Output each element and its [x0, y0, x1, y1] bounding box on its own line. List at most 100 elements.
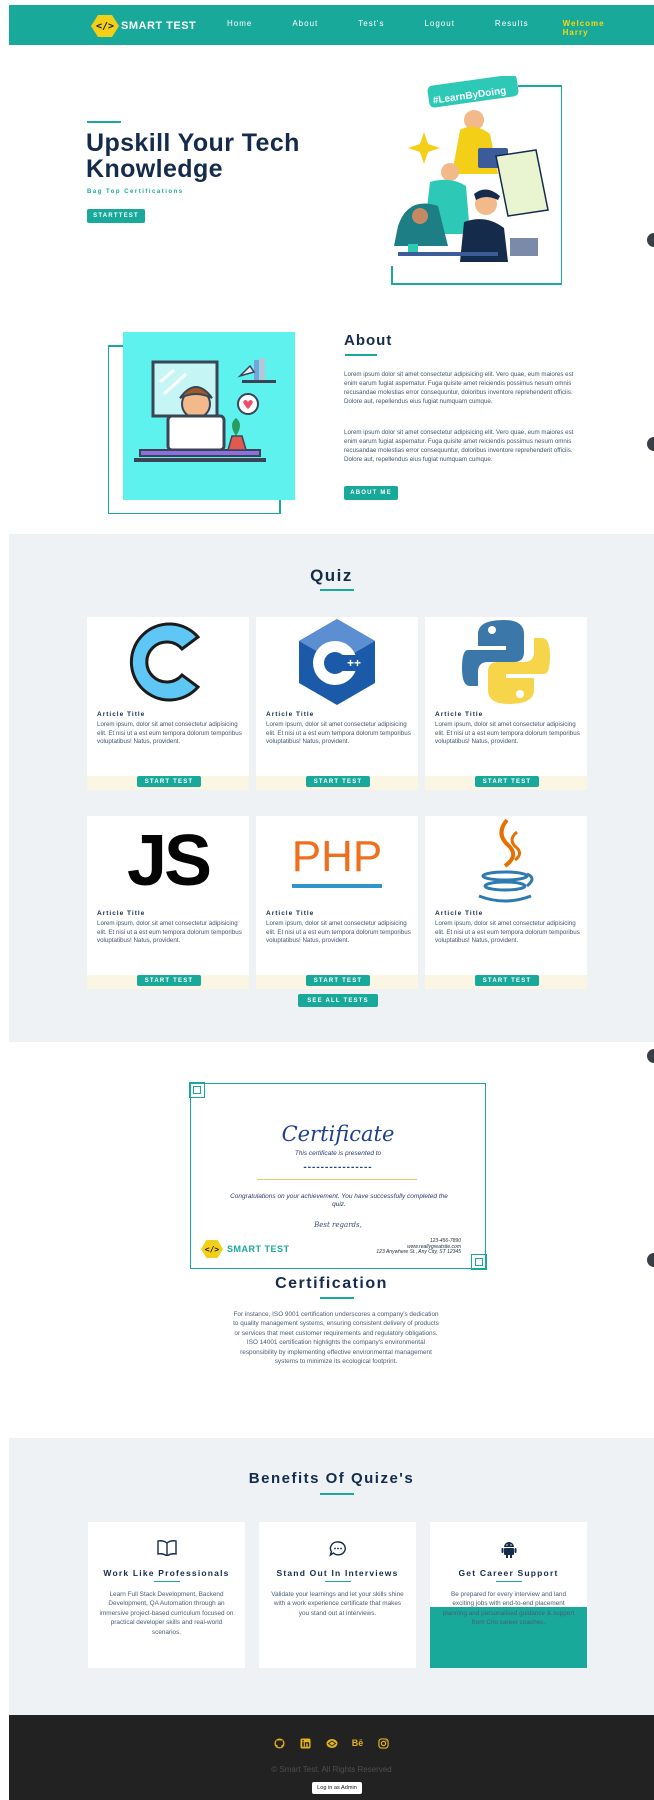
card-title: Article Title: [97, 711, 146, 718]
quiz-underline: [320, 589, 354, 591]
card-text: Lorem ipsum, dolor sit amet consectetur …: [97, 920, 242, 944]
start-test-button-java[interactable]: START TEST: [475, 975, 539, 986]
about-paragraph-2: Lorem ipsum dolor sit amet consectetur a…: [344, 429, 574, 463]
code-icon: </>: [201, 1240, 223, 1258]
benefit-card-interviews: Stand Out In Interviews Validate your le…: [259, 1522, 416, 1668]
certificate-brand: </> SMART TEST: [201, 1240, 290, 1258]
certificate-contact: 123-456-7890 www.reallygreatsite.com 123…: [376, 1238, 461, 1256]
java-logo-icon: [455, 816, 557, 906]
social-links: Bē: [9, 1737, 654, 1749]
about-me-button[interactable]: ABOUT ME: [344, 486, 398, 500]
start-test-button[interactable]: STARTTEST: [87, 209, 145, 223]
about-title: About: [344, 332, 393, 349]
benefit-title: Stand Out In Interviews: [276, 1568, 399, 1578]
quiz-card-cpp: ++ Article Title Lorem ipsum, dolor sit …: [256, 617, 418, 790]
benefit-underline: [154, 1581, 180, 1582]
nav-links: Home About Test's Logout Results Welcome…: [227, 19, 654, 37]
certification-text: For instance, ISO 9001 certification und…: [233, 1311, 439, 1366]
certificate-regards: Best regards,: [314, 1221, 362, 1229]
benefit-text: Validate your learnings and let your ski…: [271, 1591, 404, 1617]
certificate-name-line: ----------------: [303, 1162, 373, 1173]
certificate-congrats: Congratulations on your achievement. You…: [230, 1193, 448, 1208]
python-logo-icon: [455, 617, 557, 707]
brand-name: SMART TEST: [121, 20, 197, 32]
js-logo-icon: JS: [126, 821, 212, 901]
nav-logout[interactable]: Logout: [424, 19, 454, 37]
quiz-card-php: PHP Article Title Lorem ipsum, dolor sit…: [256, 816, 418, 989]
corner-ornament: [193, 1086, 201, 1094]
nav-results[interactable]: Results: [495, 19, 529, 37]
side-dot: [647, 233, 654, 247]
start-test-button-js[interactable]: START TEST: [137, 975, 201, 986]
certification-underline: [320, 1297, 354, 1299]
hero-illustration: #LearnByDoing: [391, 76, 562, 285]
card-text: Lorem ipsum, dolor sit amet consectetur …: [435, 920, 580, 944]
card-title: Article Title: [266, 910, 315, 917]
corner-ornament: [475, 1258, 483, 1266]
benefit-text: Be prepared for every interview and land…: [442, 1591, 575, 1627]
card-title: Article Title: [435, 711, 484, 718]
copyright-text: © Smart Test. All Rights Reserved: [271, 1765, 392, 1774]
side-dot: [647, 1253, 654, 1267]
codepen-icon[interactable]: [326, 1737, 338, 1749]
benefit-underline: [496, 1581, 522, 1582]
nav-about[interactable]: About: [292, 19, 318, 37]
behance-icon[interactable]: Bē: [352, 1737, 364, 1749]
start-test-button-php[interactable]: START TEST: [306, 975, 370, 986]
hero-accent-line: [87, 121, 121, 123]
card-text: Lorem ipsum, dolor sit amet consectetur …: [266, 721, 411, 745]
quiz-card-c: Article Title Lorem ipsum, dolor sit ame…: [87, 617, 249, 790]
start-test-button-python[interactable]: START TEST: [475, 776, 539, 787]
c-logo-icon: [117, 617, 219, 707]
certification-title: Certification: [275, 1275, 388, 1292]
cpp-logo-icon: ++: [286, 617, 388, 707]
quiz-card-java: Article Title Lorem ipsum, dolor sit ame…: [425, 816, 587, 989]
svg-text:++: ++: [347, 656, 361, 670]
quiz-card-python: Article Title Lorem ipsum, dolor sit ame…: [425, 617, 587, 790]
hero-title: Upskill Your Tech Knowledge: [86, 129, 300, 183]
certificate-title: Certificate: [281, 1122, 395, 1146]
benefit-title: Get Career Support: [458, 1568, 559, 1578]
welcome-user: Welcome Harry: [562, 19, 605, 37]
android-icon: [430, 1540, 587, 1562]
code-icon: </>: [91, 15, 119, 37]
book-icon: [88, 1540, 245, 1560]
benefit-underline: [325, 1581, 351, 1582]
top-navbar: </> SMART TEST Home About Test's Logout …: [9, 5, 654, 45]
benefits-title: Benefits Of Quize's: [248, 1470, 415, 1487]
card-text: Lorem ipsum, dolor sit amet consectetur …: [266, 920, 411, 944]
nav-home[interactable]: Home: [227, 19, 252, 37]
nav-tests[interactable]: Test's: [358, 19, 384, 37]
chat-icon: [259, 1540, 416, 1562]
start-test-button-c[interactable]: START TEST: [137, 776, 201, 787]
see-all-tests-button[interactable]: SEE ALL TESTS: [298, 994, 378, 1007]
instagram-icon[interactable]: [378, 1737, 390, 1749]
quiz-card-js: JS Article Title Lorem ipsum, dolor sit …: [87, 816, 249, 989]
benefit-title: Work Like Professionals: [103, 1568, 230, 1578]
side-dot: [647, 437, 654, 451]
benefit-text: Learn Full Stack Development, Backend De…: [99, 1591, 234, 1636]
about-underline: [345, 354, 377, 356]
card-text: Lorem ipsum, dolor sit amet consectetur …: [435, 721, 580, 745]
hero-subtitle: Bag Top Certifications: [87, 189, 184, 195]
github-icon[interactable]: [274, 1737, 286, 1749]
start-test-button-cpp[interactable]: START TEST: [306, 776, 370, 787]
linkedin-icon[interactable]: [300, 1737, 312, 1749]
about-illustration: [108, 332, 295, 514]
card-text: Lorem ipsum, dolor sit amet consectetur …: [97, 721, 242, 745]
side-dot: [647, 1049, 654, 1063]
footer: Bē © Smart Test. All Rights Reserved Log…: [9, 1715, 654, 1800]
benefit-card-professionals: Work Like Professionals Learn Full Stack…: [88, 1522, 245, 1668]
benefits-underline: [320, 1493, 354, 1495]
quiz-title: Quiz: [310, 566, 353, 585]
certificate-presented: This certificate is presented to: [294, 1150, 382, 1157]
certificate-rule: [257, 1179, 417, 1180]
card-title: Article Title: [97, 910, 146, 917]
certificate-preview: Certificate This certificate is presente…: [189, 1082, 487, 1270]
brand-logo[interactable]: </> SMART TEST: [91, 15, 196, 37]
admin-login-button[interactable]: Log in as Admin: [312, 1782, 362, 1794]
card-title: Article Title: [266, 711, 315, 718]
card-title: Article Title: [435, 910, 484, 917]
php-logo-icon: PHP: [286, 816, 388, 906]
about-paragraph-1: Lorem ipsum dolor sit amet consectetur a…: [344, 371, 574, 405]
